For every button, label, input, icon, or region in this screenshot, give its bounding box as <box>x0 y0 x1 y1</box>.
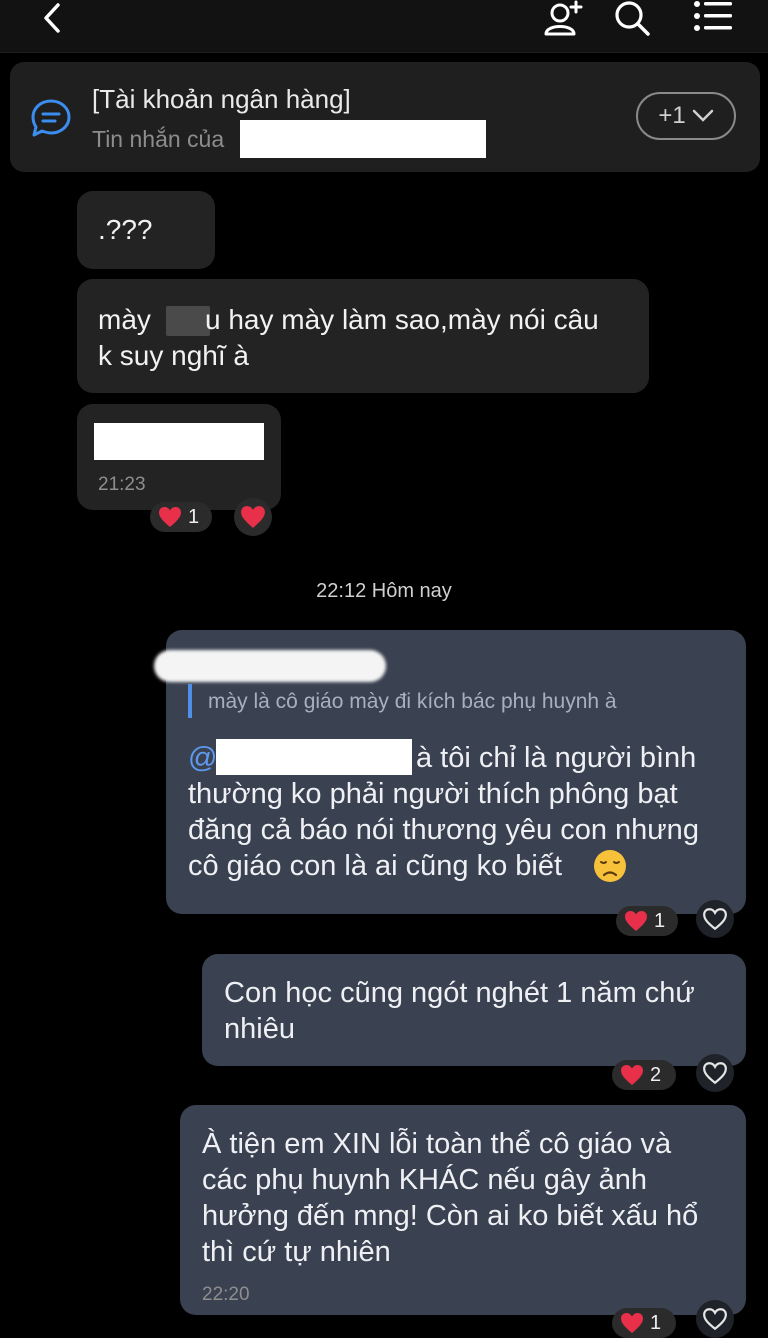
message-text-line: các phụ huynh KHÁC nếu gây ảnh <box>202 1164 647 1196</box>
search-icon[interactable] <box>612 0 652 38</box>
blurred-word <box>166 306 210 336</box>
quoted-message: mày là cô giáo mày đi kích bác phụ huynh… <box>208 690 617 713</box>
message-text-line: cô giáo con là ai cũng ko biết <box>188 850 563 882</box>
disappointed-emoji-icon <box>594 850 626 882</box>
top-bar <box>0 0 768 53</box>
message-text-part: mày <box>98 304 151 335</box>
message-text-line: thường ko phải người thích phông bạt <box>188 778 678 810</box>
message-time: 21:23 <box>98 474 146 495</box>
chevron-down-icon <box>692 109 713 122</box>
message-text-line: đăng cả báo nói thương yêu con nhưng <box>188 814 699 846</box>
reaction-count: 1 <box>654 909 666 932</box>
reaction-count: 1 <box>188 505 200 528</box>
message-text: .??? <box>98 214 153 245</box>
date-separator: 22:12 Hôm nay <box>316 580 452 602</box>
heart-icon <box>621 1313 643 1333</box>
chevron-left-icon[interactable] <box>36 2 70 36</box>
react-button[interactable] <box>696 1300 734 1338</box>
react-button[interactable] <box>696 1054 734 1092</box>
redacted-sender-name <box>240 120 486 158</box>
reaction-count-pill[interactable]: 1 <box>150 502 212 532</box>
message-text-line: À tiện em XIN lỗi toàn thể cô giáo và <box>202 1128 672 1160</box>
reaction-count-pill[interactable]: 1 <box>612 1308 676 1338</box>
reaction-count-pill[interactable]: 1 <box>616 906 678 936</box>
heart-outline-icon <box>703 908 727 931</box>
message-text-line: k suy nghĩ à <box>98 340 249 371</box>
redacted-reply-author <box>154 650 386 682</box>
user-plus-icon[interactable] <box>542 0 586 38</box>
message-text-line: à tôi chỉ là người bình <box>416 742 697 774</box>
react-button[interactable] <box>234 498 272 536</box>
chat-bubble-icon <box>31 99 71 137</box>
heart-outline-icon <box>703 1062 727 1085</box>
heart-icon <box>625 911 647 931</box>
message-text-line: hưởng đến mng! Còn ai ko biết xấu hổ <box>202 1200 699 1232</box>
message-time: 22:20 <box>202 1284 250 1305</box>
reaction-count: 1 <box>650 1311 662 1334</box>
redacted-message-content <box>94 423 264 460</box>
heart-icon <box>159 507 181 527</box>
list-menu-icon[interactable] <box>692 0 734 34</box>
heart-icon <box>241 506 265 528</box>
message-text-line: nhiêu <box>224 1013 295 1045</box>
heart-outline-icon <box>703 1308 727 1331</box>
redacted-mention-name <box>216 739 412 775</box>
pinned-title: [Tài khoản ngân hàng] <box>92 84 351 114</box>
heart-icon <box>621 1065 643 1085</box>
reaction-count-pill[interactable]: 2 <box>612 1060 676 1090</box>
reaction-count: 2 <box>650 1063 662 1086</box>
pinned-more-label: +1 <box>658 102 686 129</box>
message-text-line: thì cứ tự nhiên <box>202 1236 391 1268</box>
message-text-line: Con học cũng ngót nghét 1 năm chứ <box>224 977 695 1009</box>
quote-bar <box>188 684 192 718</box>
message-text-part: u hay mày làm sao,mày nói câu <box>205 304 599 335</box>
pinned-more-button[interactable]: +1 <box>636 92 736 140</box>
react-button[interactable] <box>696 900 734 938</box>
pinned-sender-label: Tin nhắn của <box>92 126 225 152</box>
mention-at: @ <box>188 742 218 774</box>
